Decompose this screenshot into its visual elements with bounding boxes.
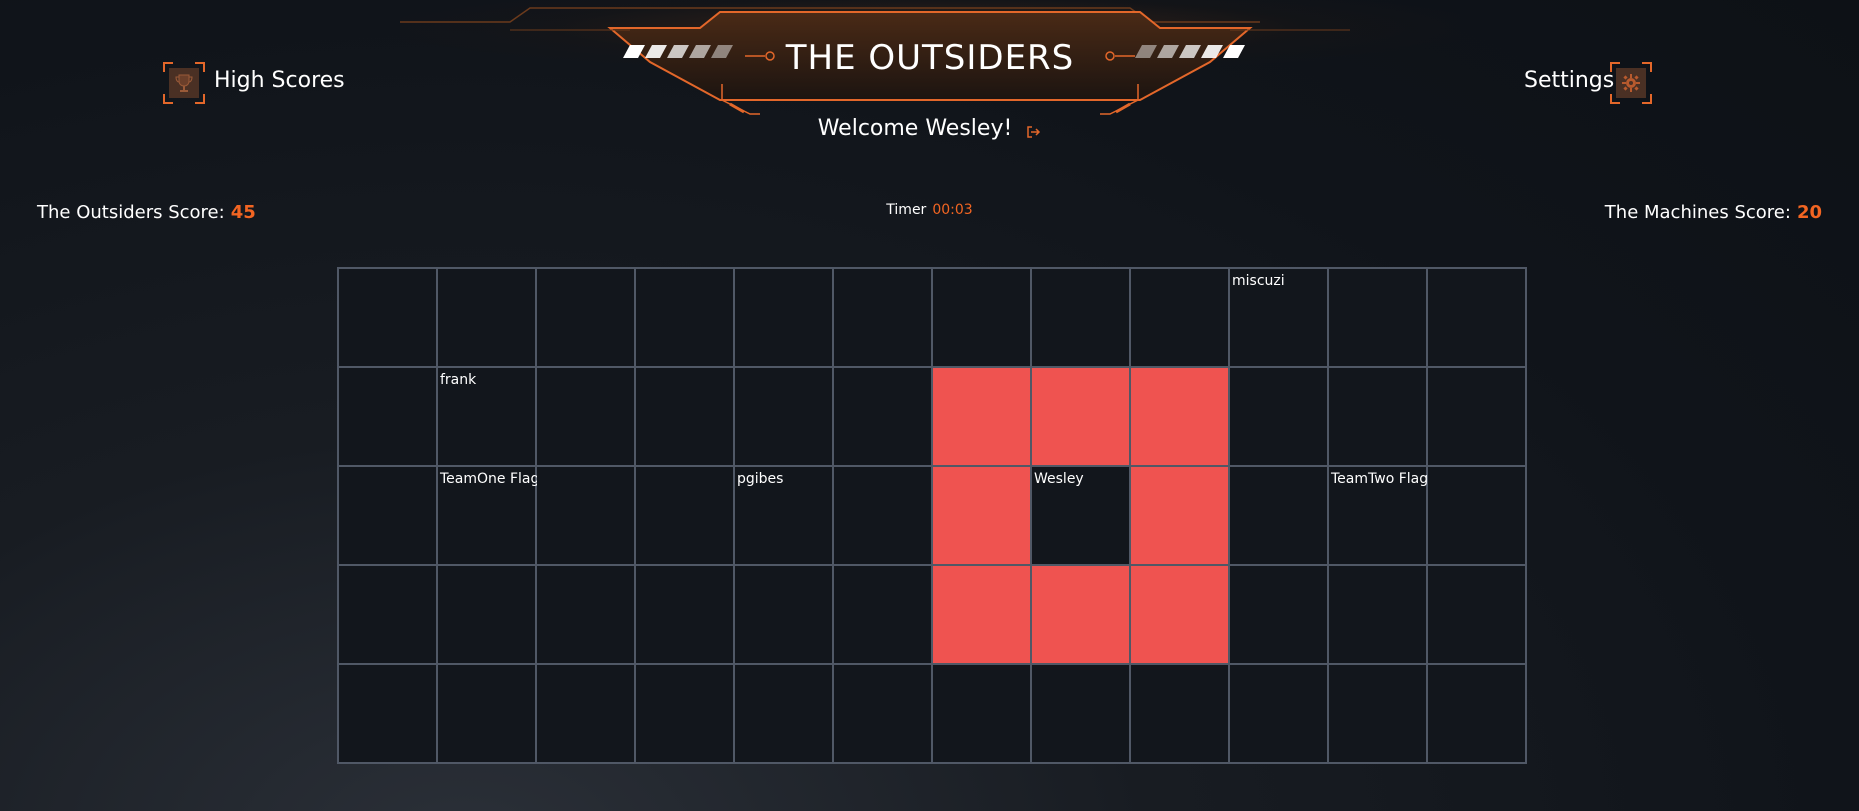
board-cell-blocked[interactable] bbox=[1131, 368, 1228, 465]
board-cell[interactable]: miscuzi bbox=[1230, 269, 1327, 366]
board-cell[interactable] bbox=[1230, 467, 1327, 564]
board-cell[interactable]: TeamOne Flag bbox=[438, 467, 539, 564]
board-cell[interactable] bbox=[339, 566, 436, 663]
board-cell[interactable] bbox=[537, 269, 634, 366]
board-cell[interactable]: pgibes bbox=[735, 467, 832, 564]
cell-label: Wesley bbox=[1034, 471, 1084, 487]
team-two-score-label: The Machines Score: bbox=[1604, 202, 1791, 223]
board-cell[interactable] bbox=[834, 467, 931, 564]
board-cell-blocked[interactable] bbox=[933, 566, 1030, 663]
board-cell[interactable] bbox=[735, 368, 832, 465]
board-cell[interactable] bbox=[1428, 665, 1525, 762]
board-cell[interactable] bbox=[1329, 368, 1426, 465]
team-two-score: The Machines Score: 20 bbox=[1605, 202, 1822, 223]
board-cell[interactable] bbox=[1329, 566, 1426, 663]
board-cell[interactable] bbox=[636, 665, 733, 762]
timer-label: Timer bbox=[886, 202, 927, 218]
board-cell-blocked[interactable] bbox=[1032, 368, 1129, 465]
board-cell[interactable] bbox=[1329, 665, 1426, 762]
board-cell[interactable] bbox=[834, 269, 931, 366]
board-cell[interactable] bbox=[1032, 665, 1129, 762]
board-cell[interactable] bbox=[834, 665, 931, 762]
board-cell[interactable] bbox=[1032, 269, 1129, 366]
board-cell[interactable] bbox=[1230, 665, 1327, 762]
board-cell[interactable] bbox=[438, 566, 535, 663]
timer-value: 00:03 bbox=[932, 202, 973, 218]
board-cell[interactable]: frank bbox=[438, 368, 535, 465]
board-cell[interactable] bbox=[933, 665, 1030, 762]
cell-label: miscuzi bbox=[1232, 273, 1285, 289]
board-cell[interactable] bbox=[636, 467, 733, 564]
board-cell[interactable] bbox=[537, 665, 634, 762]
board-cell[interactable] bbox=[1230, 566, 1327, 663]
board-cell[interactable] bbox=[537, 368, 634, 465]
game-board: miscuzi frank TeamOne Flag pgibes Wesley Team… bbox=[337, 267, 1527, 764]
high-scores-button[interactable] bbox=[163, 62, 205, 104]
board-cell-blocked[interactable] bbox=[1131, 566, 1228, 663]
timer: Timer 00:03 bbox=[0, 202, 1859, 218]
cell-label: frank bbox=[440, 372, 477, 388]
board-cell[interactable] bbox=[1131, 269, 1228, 366]
board-cell[interactable] bbox=[438, 269, 535, 366]
high-scores-label[interactable]: High Scores bbox=[214, 68, 345, 93]
welcome-text: Welcome Wesley! bbox=[817, 116, 1013, 141]
board-cell[interactable] bbox=[636, 269, 733, 366]
board-cell-blocked[interactable] bbox=[1032, 566, 1129, 663]
settings-label[interactable]: Settings bbox=[1524, 68, 1614, 93]
title-banner: THE OUTSIDERS bbox=[400, 0, 1460, 130]
cell-label: pgibes bbox=[737, 471, 784, 487]
board-cell[interactable] bbox=[834, 368, 931, 465]
trophy-icon bbox=[169, 68, 199, 98]
cell-label: TeamOne Flag bbox=[440, 471, 540, 487]
board-cell[interactable] bbox=[735, 665, 832, 762]
board-cell-blocked[interactable] bbox=[1131, 467, 1228, 564]
board-cell[interactable] bbox=[636, 368, 733, 465]
logout-icon[interactable] bbox=[1025, 121, 1041, 138]
board-cell[interactable] bbox=[339, 368, 436, 465]
board-cell[interactable] bbox=[339, 467, 436, 564]
board-cell[interactable] bbox=[438, 665, 535, 762]
board-cell[interactable] bbox=[1329, 269, 1426, 366]
welcome-message: Welcome Wesley! bbox=[0, 116, 1859, 141]
board-cell[interactable]: TeamTwo Flag bbox=[1329, 467, 1429, 564]
board-cell-blocked[interactable] bbox=[933, 467, 1030, 564]
board-cell[interactable] bbox=[735, 566, 832, 663]
board-cell[interactable] bbox=[834, 566, 931, 663]
board-cell[interactable] bbox=[933, 269, 1030, 366]
board-cell[interactable] bbox=[1428, 467, 1525, 564]
board-cell[interactable] bbox=[735, 269, 832, 366]
team-two-score-value: 20 bbox=[1796, 202, 1822, 223]
board-cell[interactable] bbox=[636, 566, 733, 663]
board-cell[interactable] bbox=[537, 566, 634, 663]
board-cell[interactable]: Wesley bbox=[1032, 467, 1129, 564]
board-cell-blocked[interactable] bbox=[933, 368, 1030, 465]
board-cell[interactable] bbox=[339, 269, 436, 366]
board-cell[interactable] bbox=[1230, 368, 1327, 465]
settings-button[interactable] bbox=[1610, 62, 1652, 104]
board-cell[interactable] bbox=[1428, 368, 1525, 465]
board-cell[interactable] bbox=[1131, 665, 1228, 762]
board-cell[interactable] bbox=[1428, 269, 1525, 366]
board-cell[interactable] bbox=[537, 467, 634, 564]
board-cell[interactable] bbox=[339, 665, 436, 762]
board-cell[interactable] bbox=[1428, 566, 1525, 663]
cell-label: TeamTwo Flag bbox=[1331, 471, 1429, 487]
page-title: THE OUTSIDERS bbox=[785, 38, 1075, 78]
gear-icon bbox=[1616, 68, 1646, 98]
